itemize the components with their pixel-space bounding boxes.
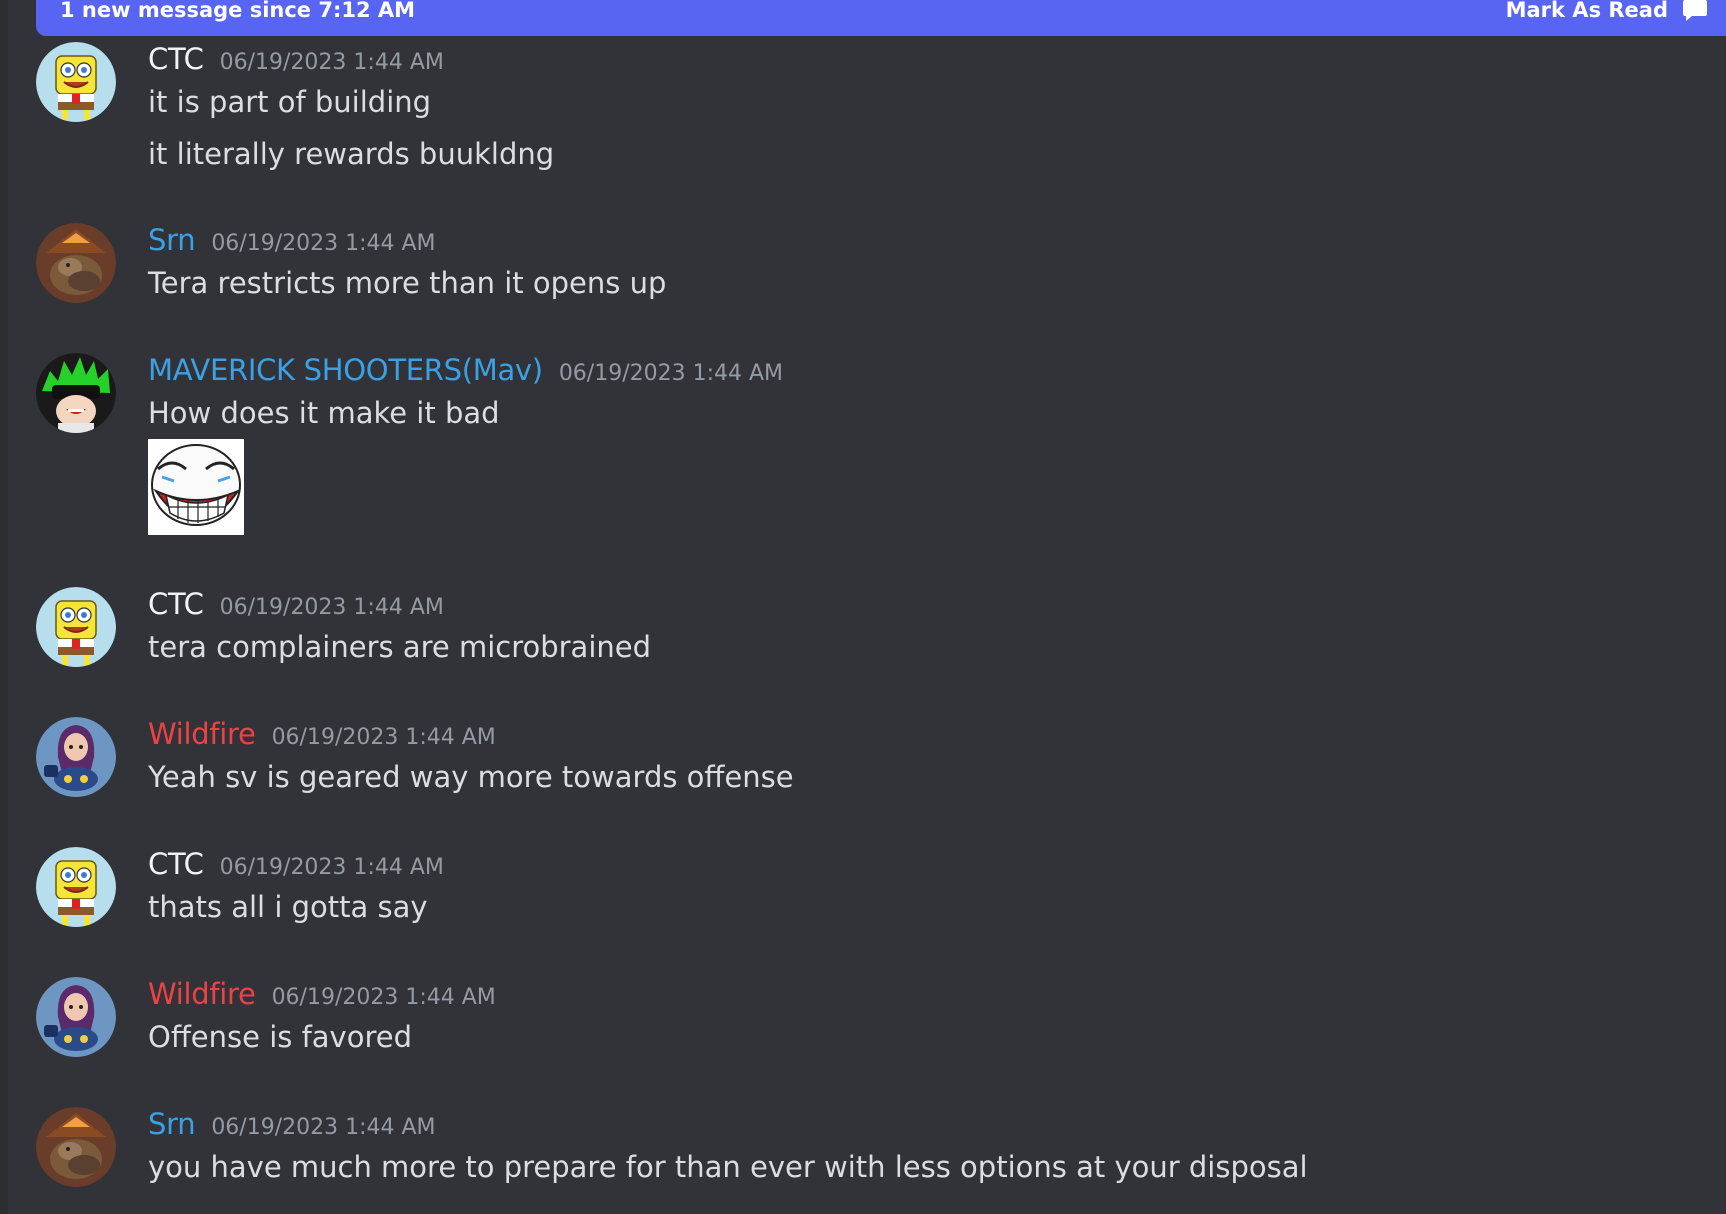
message-content: CTC 06/19/2023 1:44 AM thats all i gotta… — [148, 847, 444, 925]
green-hair-avatar[interactable] — [36, 353, 116, 433]
mark-as-read-label: Mark As Read — [1505, 0, 1668, 22]
message-header: CTC 06/19/2023 1:44 AM — [148, 587, 651, 623]
timestamp: 06/19/2023 1:44 AM — [558, 361, 784, 386]
username[interactable]: CTC — [148, 587, 204, 621]
message-text: tera complainers are microbrained — [148, 630, 652, 664]
message-content: CTC 06/19/2023 1:44 AM tera complainers … — [148, 587, 651, 665]
message-header: Wildfire 06/19/2023 1:44 AM — [148, 977, 496, 1013]
timestamp: 06/19/2023 1:44 AM — [219, 855, 444, 880]
username[interactable]: Srn — [148, 1107, 196, 1141]
cowboy-avatar[interactable] — [36, 223, 116, 303]
message-header: Wildfire 06/19/2023 1:44 AM — [148, 717, 794, 753]
username[interactable]: Wildfire — [148, 717, 256, 751]
message-text: it literally rewards buukldng — [148, 137, 555, 171]
username[interactable]: CTC — [148, 42, 204, 76]
message-text: it is part of building — [148, 85, 432, 119]
message-text: Tera restricts more than it opens up — [148, 266, 667, 300]
message-content: MAVERICK SHOOTERS(Mav) 06/19/2023 1:44 A… — [148, 353, 783, 535]
new-messages-banner[interactable]: 1 new message since 7:12 AM Mark As Read — [36, 0, 1726, 36]
timestamp: 06/19/2023 1:44 AM — [219, 595, 444, 620]
spongebob-avatar[interactable] — [36, 42, 116, 122]
anime-girl-avatar[interactable] — [36, 977, 116, 1057]
timestamp: 06/19/2023 1:44 AM — [211, 231, 436, 256]
spongebob-avatar[interactable] — [36, 587, 116, 667]
message-header: MAVERICK SHOOTERS(Mav) 06/19/2023 1:44 A… — [148, 353, 783, 389]
anime-girl-avatar[interactable] — [36, 717, 116, 797]
username[interactable]: Srn — [148, 223, 196, 257]
timestamp: 06/19/2023 1:44 AM — [219, 50, 444, 75]
message-header: Srn 06/19/2023 1:44 AM — [148, 1107, 1308, 1143]
timestamp: 06/19/2023 1:44 AM — [271, 985, 496, 1010]
message-text: thats all i gotta say — [148, 890, 428, 924]
message-content: Wildfire 06/19/2023 1:44 AM Yeah sv is g… — [148, 717, 794, 795]
username[interactable]: CTC — [148, 847, 204, 881]
username[interactable]: Wildfire — [148, 977, 256, 1011]
chat-bubble-icon — [1682, 0, 1708, 22]
message-content: CTC 06/19/2023 1:44 AM it is part of bui… — [148, 42, 554, 172]
message-header: Srn 06/19/2023 1:44 AM — [148, 223, 666, 259]
message-text: you have much more to prepare for than e… — [148, 1150, 1308, 1184]
spongebob-avatar[interactable] — [36, 847, 116, 927]
message-header: CTC 06/19/2023 1:44 AM — [148, 42, 554, 78]
message-content: Srn 06/19/2023 1:44 AM you have much mor… — [148, 1107, 1308, 1185]
channel-sidebar-edge — [0, 0, 8, 1214]
cowboy-avatar[interactable] — [36, 1107, 116, 1187]
laughing-face-sticker[interactable] — [148, 439, 244, 535]
message-content: Wildfire 06/19/2023 1:44 AM Offense is f… — [148, 977, 496, 1055]
message-text: Offense is favored — [148, 1020, 413, 1054]
timestamp: 06/19/2023 1:44 AM — [211, 1115, 436, 1140]
new-messages-text: 1 new message since 7:12 AM — [60, 0, 416, 22]
message-text: How does it make it bad — [148, 396, 500, 430]
message-content: Srn 06/19/2023 1:44 AM Tera restricts mo… — [148, 223, 666, 301]
message-text: Yeah sv is geared way more towards offen… — [148, 760, 794, 794]
username[interactable]: MAVERICK SHOOTERS(Mav) — [148, 353, 543, 387]
timestamp: 06/19/2023 1:44 AM — [271, 725, 496, 750]
mark-as-read-button[interactable]: Mark As Read — [1506, 0, 1708, 22]
message-header: CTC 06/19/2023 1:44 AM — [148, 847, 444, 883]
